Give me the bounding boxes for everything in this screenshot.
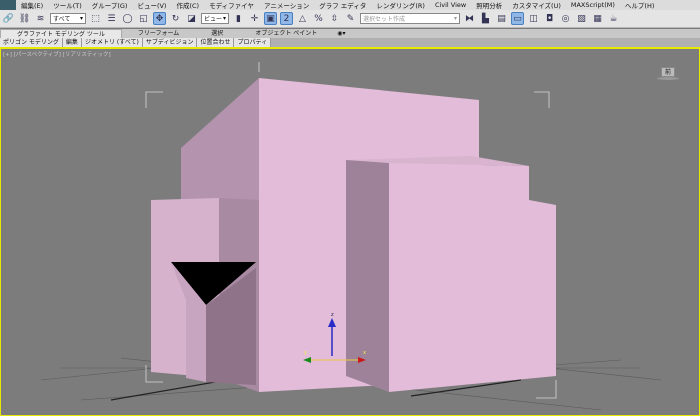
snap-toggle-icon[interactable]: 2 [280,12,293,25]
menu-civil-view[interactable]: Civil View [430,1,471,9]
panel-align[interactable]: 位置合わせ [197,38,235,47]
scene-canvas[interactable]: z y x [1,49,699,416]
menu-create[interactable]: 作成(C) [171,0,204,10]
chevron-down-icon: ▾ [453,15,457,22]
select-manipulate-icon[interactable]: ✛ [248,12,261,25]
rendered-frame-icon[interactable]: ▦ [591,12,604,25]
menu-lighting-analysis[interactable]: 照明分析 [471,0,507,10]
main-toolbar: 🔗 ⛓ ≋ すべて ▾ ⬚ ☰ ◯ ◱ ✥ ↻ ◪ ビュー ▾ ▮ ✛ ▣ 2 △ … [0,10,700,28]
move-icon[interactable]: ✥ [153,12,166,25]
edit-named-selection-icon[interactable]: ✎ [344,12,357,25]
schematic-view-icon[interactable]: ◘ [543,12,556,25]
menu-animation[interactable]: アニメーション [259,0,314,10]
menu-maxscript[interactable]: MAXScript(M) [566,1,620,9]
graphite-toggle-icon[interactable]: ▭ [511,12,524,25]
named-selection-dropdown[interactable]: 選択セット作成 ▾ [360,13,460,24]
menu-modifiers[interactable]: モディファイヤ [204,0,259,10]
chevron-down-icon: ▾ [79,15,83,22]
menu-edit[interactable]: 編集(E) [16,0,48,10]
align-icon[interactable]: ▙ [479,12,492,25]
viewcube[interactable]: 前 [657,67,679,83]
keyboard-shortcut-override-icon[interactable]: ▣ [264,12,277,25]
panel-polygon-modeling[interactable]: ポリゴン モデリング [0,38,63,47]
panel-edit[interactable]: 編集 [62,38,82,47]
render-setup-icon[interactable]: ▧ [575,12,588,25]
viewcube-face[interactable]: 前 [661,67,675,77]
layer-manager-icon[interactable]: ▤ [495,12,508,25]
app-logo[interactable] [0,0,16,10]
panel-geometry[interactable]: ジオメトリ (すべて) [81,38,143,47]
selection-region-icon[interactable]: ◯ [121,12,134,25]
gizmo-z-label: z [331,312,334,318]
tab-graphite-modeling[interactable]: グラファイト モデリング ツール [0,29,122,38]
chevron-down-icon: ▾ [222,15,226,22]
gizmo-y-label: y [304,350,307,356]
ribbon-options-icon[interactable]: ◉▾ [333,29,349,38]
tab-selection[interactable]: 選択 [195,29,239,38]
angle-snap-icon[interactable]: △ [296,12,309,25]
mirror-icon[interactable]: ⧓ [463,12,476,25]
unlink-icon[interactable]: ⛓ [18,12,31,25]
perspective-viewport[interactable]: z y x [+] [パースペクティブ] [リアリスティック] 前 [0,47,700,416]
percent-snap-icon[interactable]: % [312,12,325,25]
spinner-snap-icon[interactable]: ⇳ [328,12,341,25]
rotate-icon[interactable]: ↻ [169,12,182,25]
viewcube-ring[interactable] [657,77,679,80]
viewport-label[interactable]: [+] [パースペクティブ] [リアリスティック] [3,50,111,58]
selection-filter-dropdown[interactable]: すべて ▾ [50,13,86,24]
link-icon[interactable]: 🔗 [2,12,15,25]
render-icon[interactable]: ☕ [607,12,620,25]
menu-help[interactable]: ヘルプ(H) [620,0,659,10]
menu-customize[interactable]: カスタマイズ(U) [507,0,566,10]
menu-tools[interactable]: ツール(T) [48,0,87,10]
panel-subdivision[interactable]: サブディビジョン [142,38,198,47]
scale-icon[interactable]: ◪ [185,12,198,25]
curve-editor-icon[interactable]: ◫ [527,12,540,25]
menu-group[interactable]: グループ(G) [87,0,133,10]
tab-freeform[interactable]: フリーフォーム [122,29,195,38]
panel-properties[interactable]: プロパティ [234,38,272,47]
ribbon-tabs: グラファイト モデリング ツール フリーフォーム 選択 オブジェクト ペイント … [0,29,700,38]
building-model[interactable] [151,78,556,392]
select-object-icon[interactable]: ⬚ [89,12,102,25]
tab-object-paint[interactable]: オブジェクト ペイント [239,29,333,38]
gizmo-x-label: x [363,350,366,356]
material-editor-icon[interactable]: ◎ [559,12,572,25]
ribbon-panels: ポリゴン モデリング 編集 ジオメトリ (すべて) サブディビジョン 位置合わせ… [0,38,700,47]
select-by-name-icon[interactable]: ☰ [105,12,118,25]
pivot-center-icon[interactable]: ▮ [232,12,245,25]
reference-coord-dropdown[interactable]: ビュー ▾ [201,13,229,24]
menu-rendering[interactable]: レンダリング(R) [371,0,430,10]
menu-bar: 編集(E) ツール(T) グループ(G) ビュー(V) 作成(C) モディファイ… [0,0,700,10]
menu-graph-editors[interactable]: グラフ エディタ [314,0,371,10]
menu-view[interactable]: ビュー(V) [132,0,171,10]
window-crossing-icon[interactable]: ◱ [137,12,150,25]
bind-space-warp-icon[interactable]: ≋ [34,12,47,25]
